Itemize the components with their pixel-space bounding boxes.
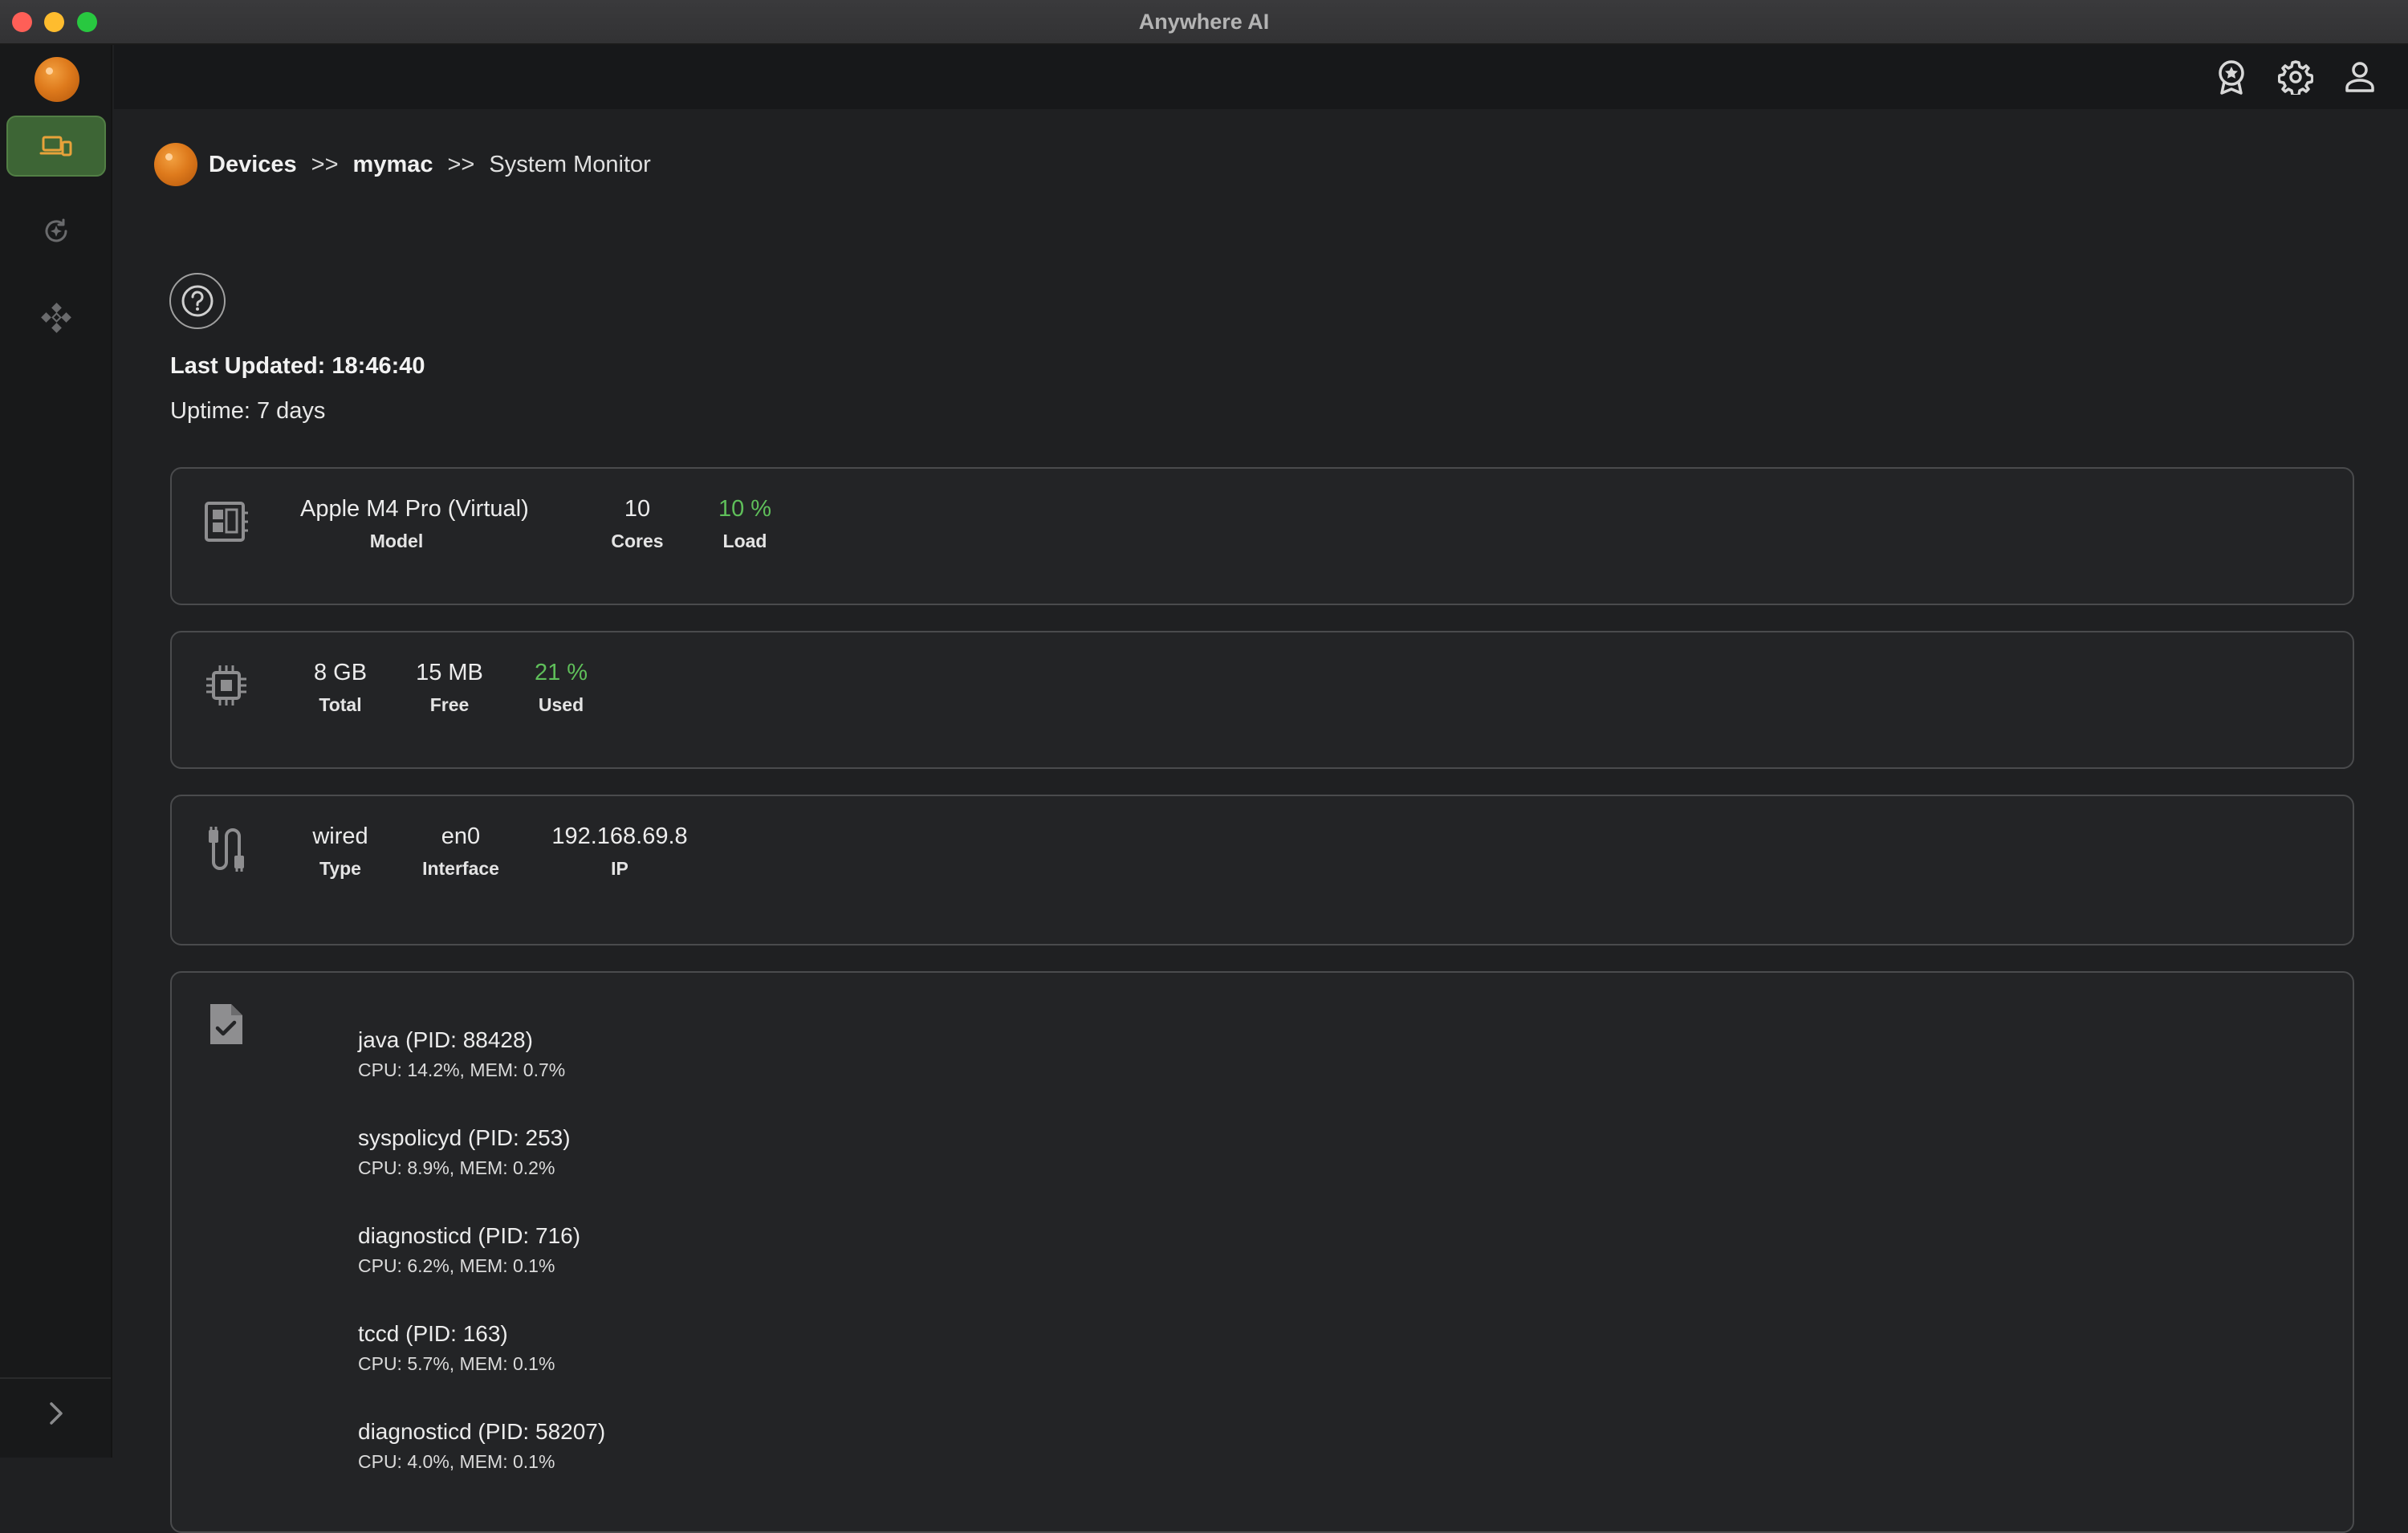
question-icon [181,285,214,317]
cpu-model-value: Apple M4 Pro (Virtual) [300,496,529,522]
sidebar-item-sync[interactable] [6,201,106,262]
cpu-cores-stat: 10 Cores [589,496,685,552]
network-interface-stat: en0 Interface [405,823,517,880]
process-stats: CPU: 14.2%, MEM: 0.7% [358,1059,566,1080]
cpu-load-value: 10 % [718,496,772,522]
chevron-right-icon [50,1402,63,1425]
account-button[interactable] [2341,58,2379,96]
processes-card: java (PID: 88428) CPU: 14.2%, MEM: 0.7% … [170,971,2354,1533]
memory-total-label: Total [319,694,362,715]
network-ip-label: IP [611,858,628,879]
network-type-stat: wired Type [300,823,380,880]
cable-icon [202,825,250,873]
network-type-value: wired [312,823,368,849]
help-button[interactable] [169,273,226,329]
cpu-board-icon [202,498,250,546]
window-title: Anywhere AI [1138,10,1270,34]
process-stats: CPU: 8.9%, MEM: 0.2% [358,1157,555,1178]
sidebar-item-devices[interactable] [6,116,106,177]
award-button[interactable] [2212,58,2251,96]
expand-sidebar-button[interactable] [36,1393,76,1433]
memory-used-stat: 21 % Used [513,660,609,716]
memory-chip-icon [202,661,250,710]
cpu-model-stat: Apple M4 Pro (Virtual) Model [300,496,529,552]
network-ip-value: 192.168.69.8 [551,823,688,849]
memory-free-label: Free [429,694,470,715]
breadcrumb-separator: >> [447,151,475,177]
process-stats: CPU: 4.0%, MEM: 0.1% [358,1451,555,1472]
breadcrumb-devices[interactable]: Devices [209,152,297,178]
network-interface-value: en0 [441,823,481,849]
devices-icon [39,136,72,157]
process-name: diagnosticd (PID: 716) [358,1223,581,1248]
breadcrumb-current: System Monitor [489,151,651,177]
network-card: wired Type en0 Interface 192.168.69.8 IP [170,795,2354,945]
breadcrumb-separator: >> [311,151,339,177]
process-stats: CPU: 5.7%, MEM: 0.1% [358,1353,555,1374]
nodes-icon [41,303,71,333]
cpu-cores-value: 10 [624,496,651,522]
memory-free-stat: 15 MB Free [401,660,498,716]
last-updated: Last Updated: 18:46:40 [170,353,425,379]
breadcrumb-logo [154,143,197,186]
main-content: Devices >> mymac >> System Monitor Last … [114,109,2408,1533]
cpu-load-stat: 10 % Load [697,496,793,552]
breadcrumb-device[interactable]: mymac [353,152,433,178]
uptime: Uptime: 7 days [170,398,326,424]
sidebar-item-workflows[interactable] [6,287,106,348]
process-item: diagnosticd (PID: 716) CPU: 6.2%, MEM: 0… [358,1223,580,1277]
sidebar [0,45,112,1458]
breadcrumb: Devices >> mymac >> System Monitor [154,143,651,186]
cpu-card: Apple M4 Pro (Virtual) Model 10 Cores 10… [170,467,2354,605]
cpu-model-label: Model [369,531,424,551]
cpu-cores-label: Cores [611,531,664,551]
memory-free-value: 15 MB [416,660,483,685]
network-type-label: Type [319,858,361,879]
process-item: tccd (PID: 163) CPU: 5.7%, MEM: 0.1% [358,1321,555,1375]
app-window: Anywhere AI Devices >> mymac >> System M… [0,0,2408,1533]
task-file-icon [202,1000,250,1048]
memory-card: 8 GB Total 15 MB Free 21 % Used [170,631,2354,769]
user-icon [2345,62,2374,92]
gear-icon [2278,60,2313,95]
memory-total-value: 8 GB [313,660,368,685]
settings-button[interactable] [2276,58,2315,96]
memory-used-label: Used [538,694,584,715]
network-ip-stat: 192.168.69.8 IP [531,823,708,880]
refresh-sparkle-icon [45,218,67,242]
process-item: java (PID: 88428) CPU: 14.2%, MEM: 0.7% [358,1027,565,1081]
memory-total-stat: 8 GB Total [300,660,380,716]
network-interface-label: Interface [422,858,499,879]
award-badge-icon [2219,60,2244,95]
process-item: syspolicyd (PID: 253) CPU: 8.9%, MEM: 0.… [358,1125,571,1179]
title-bar: Anywhere AI [0,0,2408,45]
process-stats: CPU: 6.2%, MEM: 0.1% [358,1255,555,1276]
process-name: syspolicyd (PID: 253) [358,1125,571,1150]
process-name: tccd (PID: 163) [358,1321,508,1346]
app-logo[interactable] [35,57,79,102]
cpu-load-label: Load [722,531,767,551]
memory-used-value: 21 % [534,660,588,685]
sidebar-divider [0,1377,111,1379]
process-name: diagnosticd (PID: 58207) [358,1419,606,1444]
top-bar [114,45,2408,109]
process-name: java (PID: 88428) [358,1027,533,1052]
process-item: diagnosticd (PID: 58207) CPU: 4.0%, MEM:… [358,1419,605,1473]
